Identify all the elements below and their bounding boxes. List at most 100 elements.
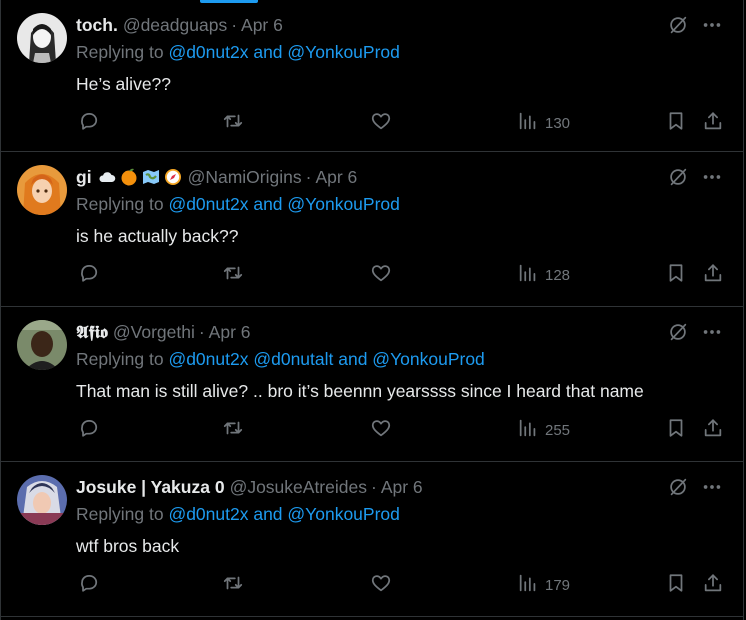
separator-dot: ·: [198, 321, 205, 342]
reply-tweet[interactable]: toch. @deadguaps · Apr 6 Replying to @d0…: [1, 0, 743, 152]
repost-button[interactable]: [222, 263, 244, 287]
mentioned-users-link[interactable]: @d0nut2x @d0nutalt and @YonkouProd: [168, 349, 484, 369]
tweet-text: is he actually back??: [76, 226, 239, 246]
action-bar: 130: [76, 111, 726, 137]
reply-icon: [78, 572, 100, 599]
share-icon: [702, 262, 724, 289]
tweet-date[interactable]: Apr 6: [241, 15, 283, 36]
more-icon[interactable]: [701, 14, 723, 36]
user-handle[interactable]: @NamiOrigins: [188, 167, 302, 188]
avatar[interactable]: [17, 13, 67, 63]
display-name[interactable]: 𝕬𝖋𝖎𝖔: [76, 322, 108, 343]
like-button[interactable]: [370, 573, 392, 597]
repost-icon: [222, 572, 244, 599]
display-name[interactable]: gi: [76, 167, 92, 188]
avatar[interactable]: [17, 475, 67, 525]
action-bar: 128: [76, 263, 726, 289]
reply-button[interactable]: [78, 418, 100, 442]
tweet-text: That man is still alive? .. bro it’s bee…: [76, 381, 644, 401]
compass-emoji-icon: [163, 167, 183, 187]
action-bar: 255: [76, 418, 726, 444]
share-button[interactable]: [702, 263, 724, 287]
display-name[interactable]: Josuke | Yakuza 0: [76, 477, 225, 498]
name-emojis: [97, 167, 183, 187]
repost-icon: [222, 110, 244, 137]
views-icon: [517, 110, 539, 137]
share-button[interactable]: [702, 111, 724, 135]
replying-to: Replying to @d0nut2x and @YonkouProd: [76, 194, 400, 215]
like-button[interactable]: [370, 418, 392, 442]
replying-to-label: Replying to: [76, 194, 164, 214]
bookmark-button[interactable]: [665, 111, 687, 135]
replying-to: Replying to @d0nut2x @d0nutalt and @Yonk…: [76, 349, 485, 370]
avatar[interactable]: [17, 165, 67, 215]
mentioned-users-link[interactable]: @d0nut2x and @YonkouProd: [168, 42, 399, 62]
views-count: 179: [545, 576, 571, 594]
tweet-header: toch. @deadguaps · Apr 6: [76, 14, 283, 36]
share-icon: [702, 572, 724, 599]
reply-tweet[interactable]: Josuke | Yakuza 0 @JosukeAtreides · Apr …: [1, 462, 743, 617]
reply-button[interactable]: [78, 573, 100, 597]
map-emoji-icon: [141, 167, 161, 187]
tweet-date[interactable]: Apr 6: [315, 167, 357, 188]
bookmark-button[interactable]: [665, 573, 687, 597]
tweet-header: 𝕬𝖋𝖎𝖔 @Vorgethi · Apr 6: [76, 321, 251, 343]
bookmark-icon: [665, 110, 687, 137]
like-icon: [370, 262, 392, 289]
like-button[interactable]: [370, 263, 392, 287]
tweet-header: Josuke | Yakuza 0 @JosukeAtreides · Apr …: [76, 476, 423, 498]
share-icon: [702, 417, 724, 444]
mentioned-users-link[interactable]: @d0nut2x and @YonkouProd: [168, 504, 399, 524]
grok-icon[interactable]: [667, 476, 689, 498]
user-handle[interactable]: @deadguaps: [123, 15, 227, 36]
grok-icon[interactable]: [667, 14, 689, 36]
user-handle[interactable]: @JosukeAtreides: [230, 477, 367, 498]
reply-button[interactable]: [78, 111, 100, 135]
views-button[interactable]: 179: [517, 573, 570, 597]
grok-icon[interactable]: [667, 321, 689, 343]
bookmark-button[interactable]: [665, 263, 687, 287]
replying-to-label: Replying to: [76, 349, 164, 369]
mentioned-users-link[interactable]: @d0nut2x and @YonkouProd: [168, 194, 399, 214]
reply-icon: [78, 417, 100, 444]
views-count: 255: [545, 421, 571, 439]
user-handle[interactable]: @Vorgethi: [113, 322, 195, 343]
display-name[interactable]: toch.: [76, 15, 118, 36]
bookmark-button[interactable]: [665, 418, 687, 442]
views-icon: [517, 417, 539, 444]
repost-icon: [222, 262, 244, 289]
column-border-right: [743, 0, 744, 620]
bookmark-icon: [665, 572, 687, 599]
tweet-header: gi @NamiOrigins · Apr 6: [76, 166, 357, 188]
like-icon: [370, 572, 392, 599]
repost-button[interactable]: [222, 573, 244, 597]
like-icon: [370, 110, 392, 137]
views-icon: [517, 262, 539, 289]
share-icon: [702, 110, 724, 137]
views-button[interactable]: 255: [517, 418, 570, 442]
tweet-text: He’s alive??: [76, 74, 172, 94]
grok-icon[interactable]: [667, 166, 689, 188]
more-icon[interactable]: [701, 321, 723, 343]
reply-tweet[interactable]: gi @NamiOrigins · Apr 6 Replying to @d0n…: [1, 152, 743, 307]
more-icon[interactable]: [701, 476, 723, 498]
tweet-date[interactable]: Apr 6: [209, 322, 251, 343]
views-button[interactable]: 128: [517, 263, 570, 287]
bookmark-icon: [665, 417, 687, 444]
repost-button[interactable]: [222, 418, 244, 442]
replying-to: Replying to @d0nut2x and @YonkouProd: [76, 504, 400, 525]
repost-button[interactable]: [222, 111, 244, 135]
like-button[interactable]: [370, 111, 392, 135]
reply-button[interactable]: [78, 263, 100, 287]
avatar[interactable]: [17, 320, 67, 370]
reply-tweet[interactable]: 𝕬𝖋𝖎𝖔 @Vorgethi · Apr 6 Replying to @d0nu…: [1, 307, 743, 462]
more-icon[interactable]: [701, 166, 723, 188]
views-count: 128: [545, 266, 571, 284]
views-button[interactable]: 130: [517, 111, 570, 135]
replying-to-label: Replying to: [76, 42, 164, 62]
share-button[interactable]: [702, 418, 724, 442]
share-button[interactable]: [702, 573, 724, 597]
tweet-text: wtf bros back: [76, 536, 180, 556]
separator-dot: ·: [305, 166, 312, 187]
tweet-date[interactable]: Apr 6: [381, 477, 423, 498]
